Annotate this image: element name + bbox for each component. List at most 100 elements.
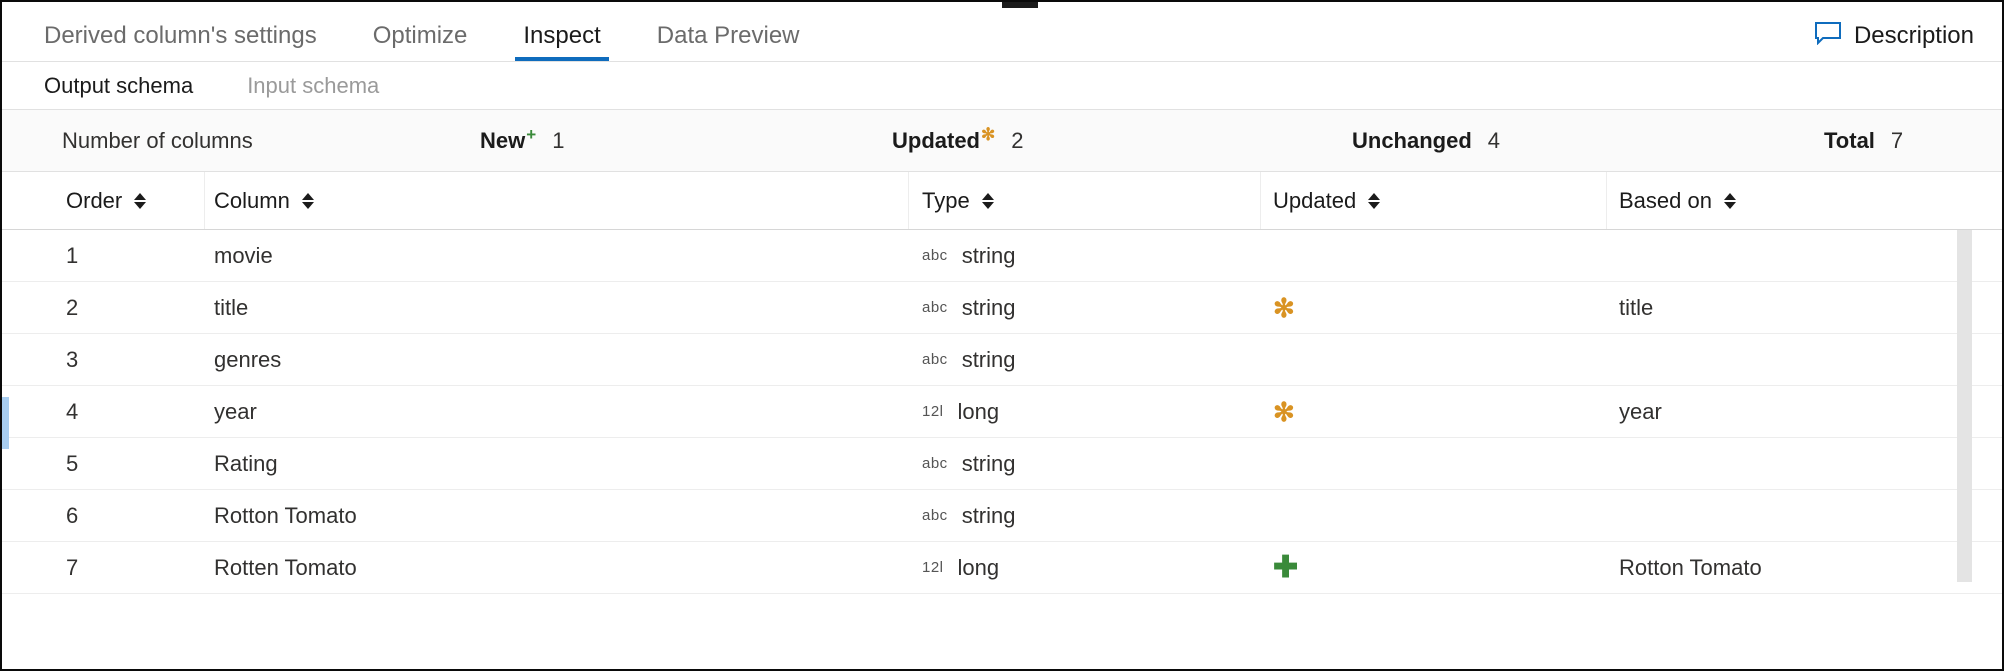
cell-type: abc string bbox=[922, 295, 1015, 321]
cell-column: movie bbox=[214, 243, 273, 269]
tab-data-preview[interactable]: Data Preview bbox=[657, 24, 800, 61]
sort-icon[interactable] bbox=[1368, 190, 1379, 212]
column-count-summary: Number of columns New+ 1 Updated✻ 2 Unch… bbox=[2, 110, 2002, 172]
column-header-type[interactable]: Type bbox=[922, 188, 993, 214]
summary-item-new: New+ 1 bbox=[480, 128, 564, 154]
cell-order: 2 bbox=[66, 295, 78, 321]
table-row[interactable]: 1 movie abc string bbox=[2, 230, 2002, 282]
cell-column: genres bbox=[214, 347, 281, 373]
schema-table: Order Column Type Updated Based on 1 movi… bbox=[2, 172, 2002, 586]
cell-column: Rotten Tomato bbox=[214, 555, 357, 581]
schema-subtabs: Output schema Input schema bbox=[2, 62, 2002, 110]
tab-optimize[interactable]: Optimize bbox=[373, 24, 468, 61]
column-header-column-label: Column bbox=[214, 188, 290, 214]
summary-new-value: 1 bbox=[552, 128, 564, 154]
summary-total-label: Total bbox=[1824, 128, 1875, 154]
cell-order: 3 bbox=[66, 347, 78, 373]
table-row[interactable]: 7 Rotten Tomato 12l long ✚ Rotton Tomato bbox=[2, 542, 2002, 594]
summary-item-updated: Updated✻ 2 bbox=[892, 128, 1024, 154]
table-row[interactable]: 6 Rotton Tomato abc string bbox=[2, 490, 2002, 542]
cell-type: abc string bbox=[922, 503, 1015, 529]
cell-order: 1 bbox=[66, 243, 78, 269]
cell-column: Rating bbox=[214, 451, 278, 477]
header-divider bbox=[1606, 172, 1607, 229]
window-notch bbox=[1002, 2, 1038, 8]
table-row[interactable]: 3 genres abc string bbox=[2, 334, 2002, 386]
cell-column: Rotton Tomato bbox=[214, 503, 357, 529]
cell-based-on: Rotton Tomato bbox=[1619, 555, 1762, 581]
summary-new-label: New bbox=[480, 128, 525, 154]
header-divider bbox=[204, 172, 205, 229]
table-row[interactable]: 5 Rating abc string bbox=[2, 438, 2002, 490]
cell-type: abc string bbox=[922, 347, 1015, 373]
cell-type-label: string bbox=[962, 503, 1016, 529]
summary-total-value: 7 bbox=[1891, 128, 1903, 154]
tab-derived-column-settings[interactable]: Derived column's settings bbox=[44, 24, 317, 61]
row-selection-accent bbox=[2, 397, 9, 449]
new-plus-icon: ✚ bbox=[1273, 553, 1298, 583]
sort-icon[interactable] bbox=[134, 190, 145, 212]
column-header-order[interactable]: Order bbox=[66, 188, 145, 214]
cell-type-label: long bbox=[958, 399, 1000, 425]
string-type-icon: abc bbox=[922, 507, 948, 524]
column-header-based-on-label: Based on bbox=[1619, 188, 1712, 214]
cell-type-label: string bbox=[962, 295, 1016, 321]
column-header-based-on[interactable]: Based on bbox=[1619, 188, 1735, 214]
header-divider bbox=[908, 172, 909, 229]
cell-column: year bbox=[214, 399, 257, 425]
main-tabstrip: Derived column's settings Optimize Inspe… bbox=[2, 2, 2002, 62]
inspect-panel: Derived column's settings Optimize Inspe… bbox=[0, 0, 2004, 671]
cell-based-on: title bbox=[1619, 295, 1653, 321]
updated-asterisk-icon: ✻ bbox=[1273, 295, 1295, 321]
column-header-order-label: Order bbox=[66, 188, 122, 214]
string-type-icon: abc bbox=[922, 351, 948, 368]
column-header-updated[interactable]: Updated bbox=[1273, 188, 1379, 214]
cell-type: 12l long bbox=[922, 555, 999, 581]
cell-order: 7 bbox=[66, 555, 78, 581]
cell-based-on: year bbox=[1619, 399, 1662, 425]
updated-asterisk-icon: ✻ bbox=[1273, 399, 1295, 425]
cell-order: 6 bbox=[66, 503, 78, 529]
column-header-type-label: Type bbox=[922, 188, 970, 214]
subtab-input-schema[interactable]: Input schema bbox=[247, 73, 379, 99]
cell-type-label: string bbox=[962, 451, 1016, 477]
summary-updated-label: Updated bbox=[892, 128, 980, 154]
cell-type: abc string bbox=[922, 451, 1015, 477]
comment-icon bbox=[1814, 21, 1842, 50]
string-type-icon: abc bbox=[922, 247, 948, 264]
cell-updated: ✻ bbox=[1273, 295, 1295, 321]
cell-column: title bbox=[214, 295, 248, 321]
string-type-icon: abc bbox=[922, 299, 948, 316]
table-row[interactable]: 4 year 12l long ✻ year bbox=[2, 386, 2002, 438]
sort-icon[interactable] bbox=[1724, 190, 1735, 212]
number-type-icon: 12l bbox=[922, 403, 944, 420]
cell-order: 4 bbox=[66, 399, 78, 425]
cell-updated: ✻ bbox=[1273, 399, 1295, 425]
summary-updated-value: 2 bbox=[1011, 128, 1023, 154]
summary-title: Number of columns bbox=[62, 128, 253, 154]
cell-type-label: long bbox=[958, 555, 1000, 581]
table-body: 1 movie abc string 2 title abc string ✻ title 3 gen… bbox=[2, 230, 2002, 594]
table-row[interactable]: 2 title abc string ✻ title bbox=[2, 282, 2002, 334]
number-type-icon: 12l bbox=[922, 559, 944, 576]
tab-inspect[interactable]: Inspect bbox=[523, 24, 600, 61]
cell-type: abc string bbox=[922, 243, 1015, 269]
cell-updated: ✚ bbox=[1273, 553, 1298, 583]
cell-type: 12l long bbox=[922, 399, 999, 425]
summary-item-unchanged: Unchanged 4 bbox=[1352, 128, 1500, 154]
description-label: Description bbox=[1854, 24, 1974, 48]
sort-icon[interactable] bbox=[302, 190, 313, 212]
cell-type-label: string bbox=[962, 243, 1016, 269]
sort-icon[interactable] bbox=[982, 190, 993, 212]
table-header-row: Order Column Type Updated Based on bbox=[2, 172, 2002, 230]
column-header-updated-label: Updated bbox=[1273, 188, 1356, 214]
column-header-column[interactable]: Column bbox=[214, 188, 313, 214]
header-divider bbox=[1260, 172, 1261, 229]
cell-type-label: string bbox=[962, 347, 1016, 373]
summary-unchanged-label: Unchanged bbox=[1352, 128, 1472, 154]
vertical-scrollbar[interactable] bbox=[1957, 230, 1972, 582]
string-type-icon: abc bbox=[922, 455, 948, 472]
subtab-output-schema[interactable]: Output schema bbox=[44, 73, 193, 99]
description-button[interactable]: Description bbox=[1814, 21, 1974, 50]
cell-order: 5 bbox=[66, 451, 78, 477]
